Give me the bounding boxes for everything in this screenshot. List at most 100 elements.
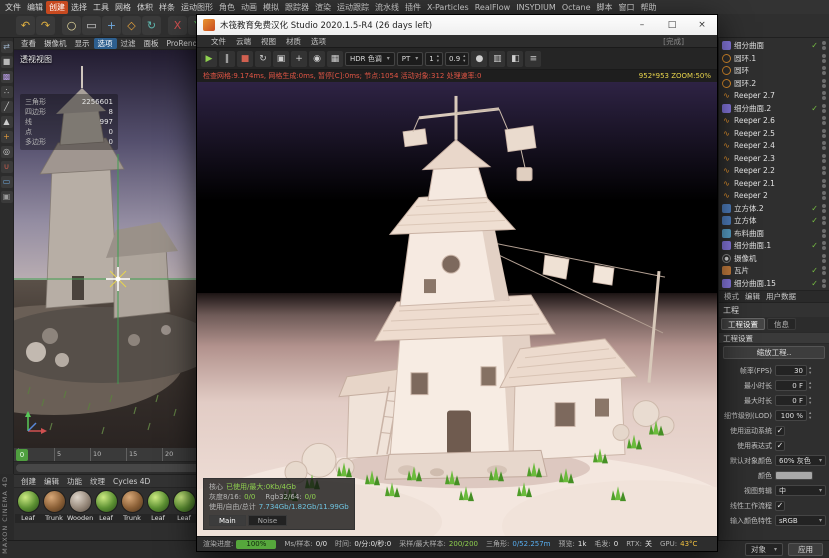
- material-item[interactable]: Trunk: [119, 490, 145, 523]
- value-field[interactable]: 30: [775, 365, 807, 376]
- visibility-dot[interactable]: [822, 221, 826, 226]
- menubar-item[interactable]: 帮助: [638, 1, 660, 14]
- visibility-dot[interactable]: [822, 141, 826, 146]
- visibility-dot[interactable]: [822, 78, 826, 83]
- menubar-item[interactable]: 模拟: [260, 1, 282, 14]
- visibility-dot[interactable]: [822, 241, 826, 246]
- visibility-dot[interactable]: [822, 208, 826, 213]
- dropdown[interactable]: 中 ▾: [775, 485, 826, 496]
- attribute-mode-tab[interactable]: 模式: [721, 291, 742, 302]
- object-row[interactable]: ∿ Reeper 2.3: [719, 152, 829, 165]
- spin-arrows[interactable]: ▴ ▾: [809, 366, 811, 376]
- visibility-dots[interactable]: [822, 203, 826, 213]
- octane-menu-item[interactable]: 视图: [256, 36, 281, 47]
- menubar-item[interactable]: 样条: [156, 1, 178, 14]
- object-row[interactable]: 立方体.2 ✓: [719, 202, 829, 215]
- viewport-menu-item[interactable]: 查看: [17, 38, 40, 49]
- menubar-item[interactable]: 选择: [68, 1, 90, 14]
- object-row[interactable]: ∿ Reeper 2.1: [719, 177, 829, 190]
- region-render-icon[interactable]: ▦: [327, 50, 343, 67]
- visibility-dots[interactable]: [822, 91, 826, 101]
- viewport-solo-icon[interactable]: ◎: [0, 146, 13, 158]
- object-row[interactable]: 圆环: [719, 65, 829, 78]
- menubar-item[interactable]: 窗口: [616, 1, 638, 14]
- undo-icon[interactable]: ↶: [16, 16, 35, 35]
- spin-arrows[interactable]: ▴ ▾: [809, 411, 811, 421]
- window-titlebar[interactable]: 木筏教育免费汉化 Studio 2020.1.5-R4 (26 days lef…: [197, 15, 717, 35]
- octane-menu-item[interactable]: 材质: [281, 36, 306, 47]
- object-row[interactable]: ● 摄像机: [719, 252, 829, 265]
- menubar-item[interactable]: Octane: [559, 2, 594, 13]
- object-row[interactable]: ∿ Reeper 2.7: [719, 90, 829, 103]
- visibility-dot[interactable]: [822, 153, 826, 158]
- visibility-dot[interactable]: [822, 66, 826, 71]
- visibility-dot[interactable]: [822, 233, 826, 238]
- visibility-dots[interactable]: [822, 178, 826, 188]
- visibility-dot[interactable]: [822, 83, 826, 88]
- visibility-dot[interactable]: [822, 53, 826, 58]
- object-row[interactable]: 细分曲面.1 ✓: [719, 240, 829, 253]
- checkbox[interactable]: ✓: [775, 425, 785, 436]
- timeline-playhead[interactable]: 0: [16, 449, 28, 461]
- object-row[interactable]: 细分曲面.2 ✓: [719, 102, 829, 115]
- visibility-dot[interactable]: [822, 158, 826, 163]
- render-stop-icon[interactable]: ■: [237, 50, 253, 67]
- rotate-icon[interactable]: ↻: [142, 16, 161, 35]
- menubar-item[interactable]: RealFlow: [472, 2, 514, 13]
- object-row[interactable]: 布料曲面: [719, 227, 829, 240]
- dropdown[interactable]: 60% 灰色 ▾: [775, 455, 826, 466]
- visibility-dots[interactable]: [822, 266, 826, 276]
- kernel-dropdown[interactable]: PT ▾: [396, 51, 424, 66]
- menubar-item[interactable]: 工具: [90, 1, 112, 14]
- polygons-mode-icon[interactable]: ▲: [0, 116, 13, 128]
- menubar-item[interactable]: 运动图形: [178, 1, 216, 14]
- visibility-dot[interactable]: [822, 41, 826, 46]
- denoise-icon[interactable]: ◧: [507, 50, 524, 67]
- material-manager-menu-item[interactable]: 纹理: [86, 476, 109, 487]
- subsample-icon[interactable]: ▥: [489, 50, 506, 67]
- octane-menu-item[interactable]: 选项: [306, 36, 331, 47]
- visibility-dots[interactable]: [822, 278, 826, 288]
- rectangle-selection-icon[interactable]: ▭: [82, 16, 101, 35]
- scale-project-button[interactable]: 缩放工程..: [723, 346, 825, 359]
- value-field[interactable]: 0 F: [775, 380, 807, 391]
- object-row[interactable]: ∿ Reeper 2.4: [719, 140, 829, 153]
- visibility-dot[interactable]: [822, 58, 826, 63]
- object-row[interactable]: ∿ Reeper 2: [719, 190, 829, 203]
- visibility-dots[interactable]: [822, 116, 826, 126]
- visibility-dot[interactable]: [822, 46, 826, 51]
- octane-menu-item[interactable]: 云端: [231, 36, 256, 47]
- timeline-tick[interactable]: 10: [90, 448, 101, 461]
- spin-arrows[interactable]: ▴ ▾: [809, 396, 811, 406]
- material-manager-menu-item[interactable]: 创建: [17, 476, 40, 487]
- material-manager-menu-item[interactable]: Cycles 4D: [109, 477, 154, 486]
- material-item[interactable]: Leaf: [93, 490, 119, 523]
- timeline-tick[interactable]: 20: [162, 448, 173, 461]
- visibility-dots[interactable]: [822, 153, 826, 163]
- visibility-dots[interactable]: [822, 66, 826, 76]
- checkbox[interactable]: ✓: [775, 440, 785, 451]
- visibility-dot[interactable]: [822, 283, 826, 288]
- minimize-button[interactable]: –: [627, 15, 657, 35]
- visibility-dot[interactable]: [822, 71, 826, 76]
- value-field[interactable]: 0 F: [775, 395, 807, 406]
- attribute-section-header[interactable]: 工程设置: [719, 332, 829, 344]
- material-item[interactable]: Wooden: [67, 490, 93, 523]
- visibility-dot[interactable]: [822, 183, 826, 188]
- visibility-dot[interactable]: [822, 166, 826, 171]
- clay-mode-icon[interactable]: ●: [471, 50, 488, 67]
- material-item[interactable]: Leaf: [145, 490, 171, 523]
- scale-icon[interactable]: ◇: [122, 16, 141, 35]
- edges-mode-icon[interactable]: ╱: [0, 101, 13, 113]
- filter-dropdown[interactable]: 对象 ▾: [744, 543, 783, 556]
- object-row[interactable]: ∿ Reeper 2.2: [719, 165, 829, 178]
- visibility-dot[interactable]: [822, 246, 826, 251]
- snap-icon[interactable]: ∪: [0, 161, 13, 173]
- pick-material-icon[interactable]: ◉: [309, 50, 325, 67]
- attribute-tab[interactable]: 工程设置: [721, 318, 765, 330]
- render-pause-icon[interactable]: ‖: [219, 50, 235, 67]
- visibility-dots[interactable]: [822, 141, 826, 151]
- visibility-dots[interactable]: [822, 241, 826, 251]
- menubar-item[interactable]: 文件: [2, 1, 24, 14]
- model-mode-icon[interactable]: ■: [0, 56, 13, 68]
